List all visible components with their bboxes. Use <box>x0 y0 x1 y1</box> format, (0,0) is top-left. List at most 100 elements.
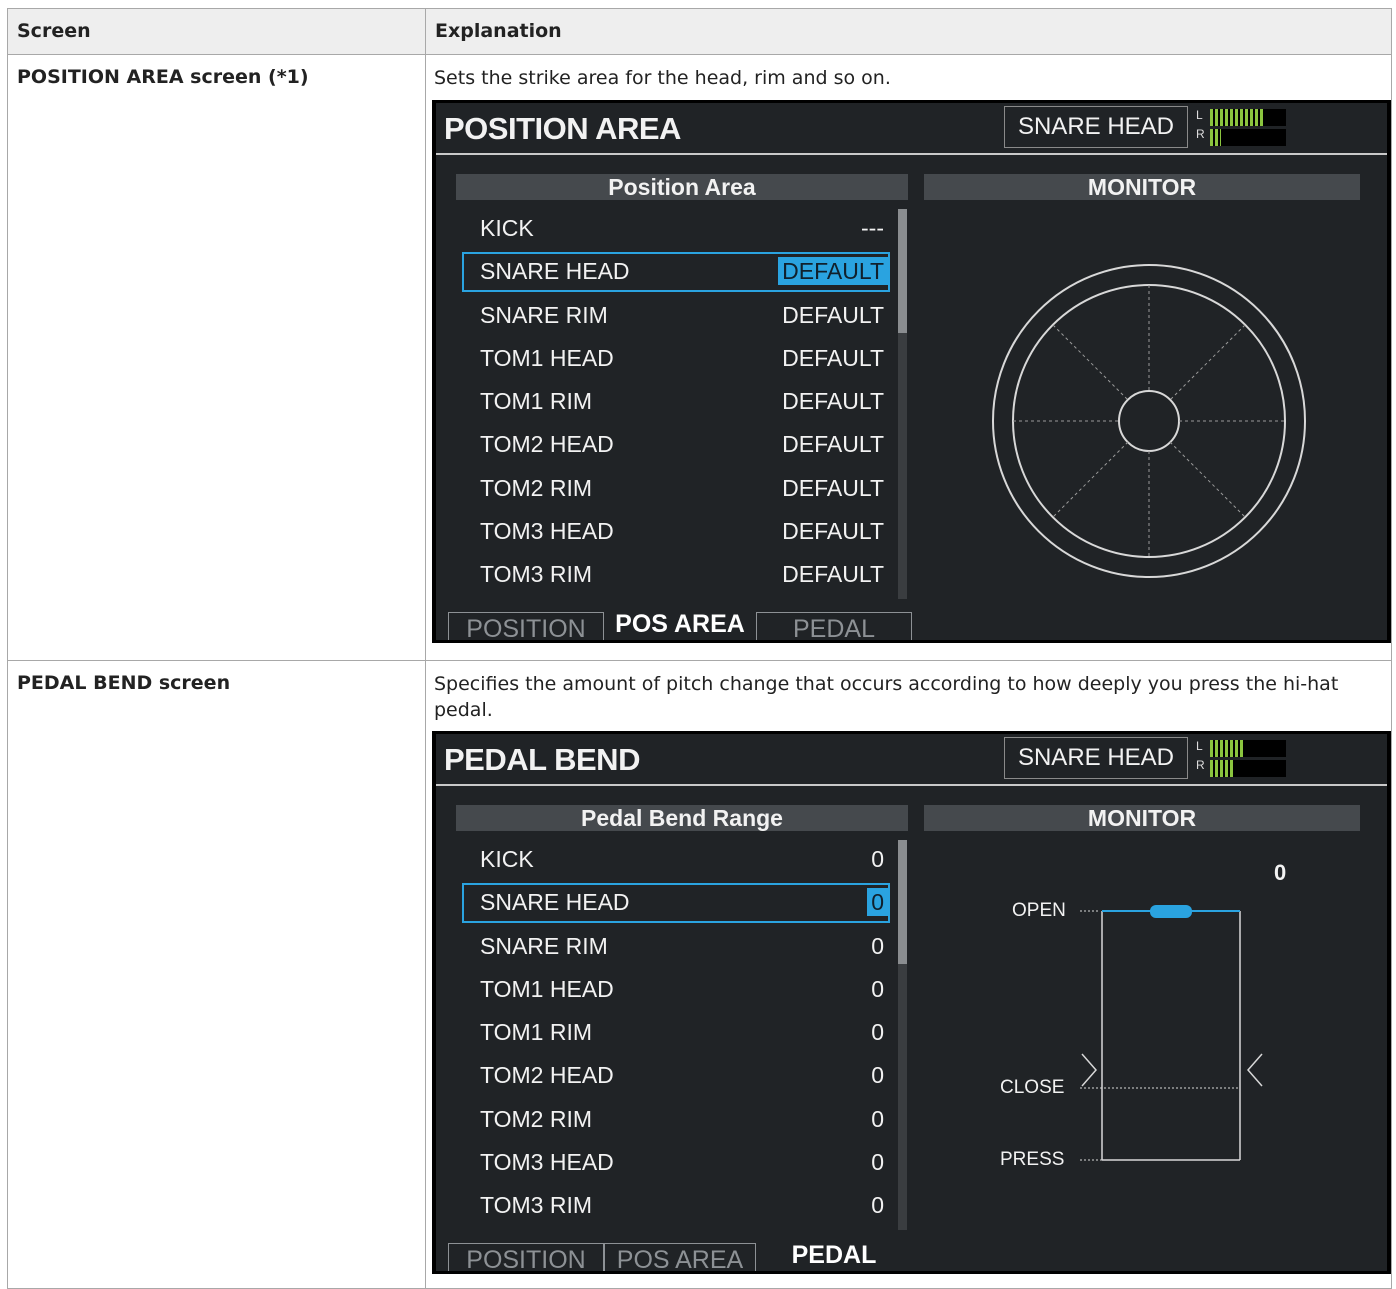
item-name: SNARE HEAD <box>480 889 630 916</box>
meter-l-fill <box>1210 109 1265 126</box>
reference-table: Screen Explanation POSITION AREA screen … <box>7 8 1392 1289</box>
instrument-list-item[interactable]: TOM1 RIM 0 <box>460 1011 892 1054</box>
item-name: SNARE RIM <box>480 301 608 328</box>
tab-position[interactable]: POSITION <box>448 1243 604 1271</box>
item-value: 0 <box>871 846 884 872</box>
instrument-list-item[interactable]: KICK --- <box>460 207 892 250</box>
instrument-list-item[interactable]: TOM1 HEAD DEFAULT <box>460 337 892 380</box>
item-name: TOM2 HEAD <box>480 1062 614 1089</box>
item-name: TOM1 RIM <box>480 388 593 415</box>
strike-area-diagram <box>992 264 1306 578</box>
item-value: 0 <box>871 1019 884 1046</box>
tab-position[interactable]: POSITION <box>448 612 604 640</box>
instrument-list-item[interactable]: TOM3 HEAD 0 <box>460 1141 892 1184</box>
device-display: POSITION AREA SNARE HEAD L R Position Ar… <box>436 103 1387 640</box>
screen-name: PEDAL BEND screen <box>17 672 231 694</box>
instrument-list-item[interactable]: TOM1 RIM DEFAULT <box>460 380 892 423</box>
meter-r-fill <box>1210 129 1221 146</box>
item-name: SNARE RIM <box>480 932 608 959</box>
instrument-list-item[interactable]: SNARE HEAD DEFAULT <box>460 250 892 293</box>
table-row: POSITION AREA screen (*1) Sets the strik… <box>7 54 1392 661</box>
list-header: Position Area <box>456 174 908 200</box>
item-value: 0 <box>871 1192 884 1219</box>
meter-r-track <box>1210 760 1286 777</box>
close-label: CLOSE <box>1000 1077 1065 1098</box>
tab-pedal-bend[interactable]: PEDAL BEND <box>756 1239 912 1271</box>
meter-l-label: L <box>1196 108 1203 122</box>
instrument-list-item[interactable]: TOM2 HEAD 0 <box>460 1054 892 1097</box>
table-row: PEDAL BEND screen Specifies the amount o… <box>7 660 1392 1289</box>
item-name: TOM2 RIM <box>480 474 593 501</box>
item-name: TOM1 HEAD <box>480 344 614 371</box>
instrument-list-item[interactable]: SNARE RIM DEFAULT <box>460 294 892 337</box>
instrument-list-item[interactable]: TOM2 RIM 0 <box>460 1098 892 1141</box>
explanation-text: Specifies the amount of pitch change tha… <box>434 673 1339 721</box>
item-value: DEFAULT <box>782 344 884 371</box>
instrument-list-item[interactable]: SNARE RIM 0 <box>460 925 892 968</box>
item-name: TOM3 RIM <box>480 561 593 588</box>
list-header: Pedal Bend Range <box>456 805 908 831</box>
item-value: --- <box>861 215 884 241</box>
header-cell-explanation: Explanation <box>425 8 1392 55</box>
pedal-bend-diagram <box>1080 905 1263 1161</box>
explanation-cell: Sets the strike area for the head, rim a… <box>425 54 1392 661</box>
tab-pos-area[interactable]: POS AREA <box>604 1243 756 1271</box>
instrument-list-item[interactable]: SNARE HEAD 0 <box>460 881 892 924</box>
item-name: SNARE HEAD <box>480 258 630 285</box>
instrument-list: KICK --- SNARE HEAD DEFAULT SNARE RIM DEFAULT… <box>460 207 892 597</box>
instrument-box: SNARE HEAD <box>1004 106 1188 148</box>
screen-cell: POSITION AREA screen (*1) <box>7 54 426 661</box>
header-explanation-label: Explanation <box>435 20 562 42</box>
instrument-list-item[interactable]: TOM3 RIM DEFAULT <box>460 553 892 596</box>
meter-l-label: L <box>1196 739 1203 753</box>
item-value: DEFAULT <box>782 518 884 545</box>
instrument-list: KICK 0 SNARE HEAD 0 SNARE RIM 0 TOM1 HEAD 0 TOM1… <box>460 838 892 1228</box>
meter-r-label: R <box>1196 127 1205 141</box>
title-divider <box>436 153 1387 155</box>
monitor-header: MONITOR <box>924 174 1360 200</box>
item-value: 0 <box>871 932 884 959</box>
item-name: TOM3 HEAD <box>480 1149 614 1176</box>
screen-name: POSITION AREA screen (*1) <box>17 66 309 88</box>
device-title: POSITION AREA <box>444 111 681 146</box>
item-value: DEFAULT <box>778 257 888 286</box>
item-name: TOM2 RIM <box>480 1105 593 1132</box>
tab-pos-area[interactable]: POS AREA <box>604 608 756 640</box>
list-scrollbar[interactable] <box>898 209 907 599</box>
instrument-list-item[interactable]: KICK 0 <box>460 838 892 881</box>
meter-r-track <box>1210 129 1286 146</box>
header-screen-label: Screen <box>17 20 91 42</box>
device-title: PEDAL BEND <box>444 742 640 777</box>
meter-l-track <box>1210 740 1286 757</box>
explanation-cell: Specifies the amount of pitch change tha… <box>425 660 1392 1289</box>
item-value: DEFAULT <box>782 431 884 458</box>
table-header-row: Screen Explanation <box>7 8 1392 55</box>
monitor-value: 0 <box>1274 860 1287 885</box>
item-value: 0 <box>871 1105 884 1132</box>
instrument-list-item[interactable]: TOM3 HEAD DEFAULT <box>460 510 892 553</box>
item-value: DEFAULT <box>782 474 884 501</box>
instrument-list-item[interactable]: TOM2 RIM DEFAULT <box>460 467 892 510</box>
instrument-list-item[interactable]: TOM2 HEAD DEFAULT <box>460 423 892 466</box>
list-scrollbar[interactable] <box>898 840 907 1230</box>
open-label: OPEN <box>1012 900 1066 921</box>
instrument-box: SNARE HEAD <box>1004 737 1188 779</box>
scrollbar-thumb[interactable] <box>898 840 907 964</box>
tab-pedal-bend[interactable]: PEDAL BEND <box>756 612 912 640</box>
close-marker-right <box>1247 1053 1263 1087</box>
item-value: 0 <box>871 1149 884 1176</box>
item-value: 0 <box>871 1062 884 1089</box>
instrument-list-item[interactable]: TOM1 HEAD 0 <box>460 968 892 1011</box>
scrollbar-thumb[interactable] <box>898 209 907 333</box>
item-name: TOM3 HEAD <box>480 518 614 545</box>
strike-area-spokes <box>1013 285 1285 557</box>
item-value: DEFAULT <box>782 301 884 328</box>
instrument-list-item[interactable]: TOM3 RIM 0 <box>460 1184 892 1227</box>
meter-r-fill <box>1210 760 1234 777</box>
close-marker-left <box>1081 1053 1097 1087</box>
title-divider <box>436 784 1387 786</box>
meter-r-label: R <box>1196 758 1205 772</box>
device-screen-position-area: POSITION AREA SNARE HEAD L R Position Ar… <box>432 100 1391 643</box>
meter-l-track <box>1210 109 1286 126</box>
press-label: PRESS <box>1000 1149 1065 1170</box>
